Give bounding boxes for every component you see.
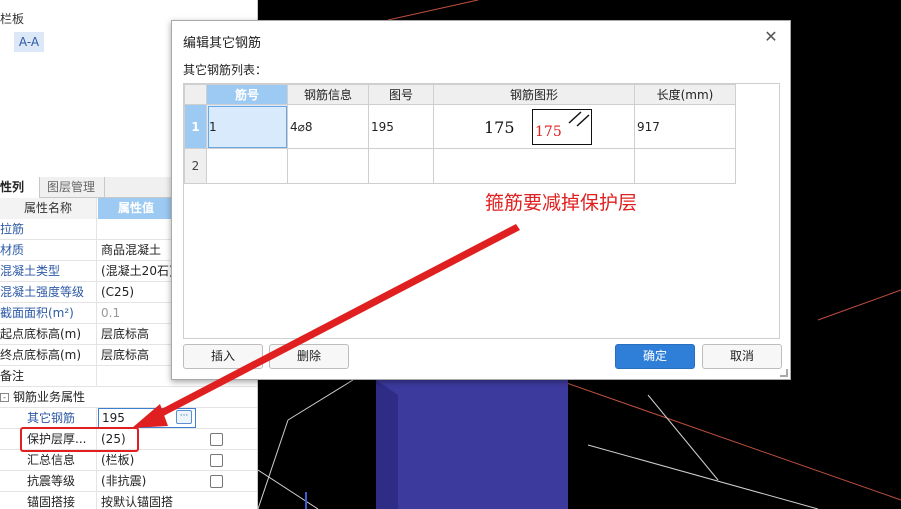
checkbox[interactable] [210,433,223,446]
shape-dimension-label: 175 [484,118,515,137]
property-name: 混凝土类型 [0,261,97,282]
close-icon[interactable]: ✕ [763,29,779,45]
property-name: 锚固搭接 [0,492,97,509]
property-name: 拉筋 [0,219,97,240]
insert-button[interactable]: 插入 [183,344,263,369]
property-name: 其它钢筋 [0,408,97,429]
cell-rebar-info[interactable]: 4⌀8 [287,104,369,149]
property-value[interactable]: (混凝土20石) [98,261,174,282]
rebar-grid: 筋号 钢筋信息 图号 钢筋图形 长度(mm) 1 1 4⌀8 195 175 1… [183,83,780,339]
property-value[interactable]: 层底标高 [98,324,174,345]
shape-dimension-label: 175 [535,124,562,140]
property-group-name: - 钢筋业务属性 [0,387,200,408]
property-value[interactable] [98,219,174,240]
table-row[interactable]: 锚固搭接 按默认锚固搭... [0,492,257,509]
header-property-value: 属性值 [98,198,174,219]
cell-rebar-shape[interactable] [433,148,635,184]
property-value: 0.1 [101,306,121,320]
property-name: 截面面积(m²) [0,303,97,324]
checkbox[interactable] [210,454,223,467]
property-name: 混凝土强度等级 [0,282,97,303]
stirrup-shape-figure: 175 [532,109,592,145]
cell-figure-no[interactable]: 195 [368,104,434,149]
cancel-button[interactable]: 取消 [702,344,782,369]
table-row[interactable]: 抗震等级 (非抗震) [0,471,257,492]
dialog-title: 编辑其它钢筋 [183,36,262,51]
resize-grip-icon[interactable] [780,369,788,377]
property-value[interactable]: 商品混凝土 [98,240,174,261]
annotation-text: 箍筋要减掉保护层 [485,192,638,214]
grid-corner [184,84,207,105]
tab-layer-management[interactable]: 图层管理 [41,177,105,198]
row-number[interactable]: 1 [184,104,207,149]
property-value[interactable]: (栏板) [98,450,174,471]
more-options-button[interactable]: ··· [176,410,192,424]
property-value[interactable] [98,366,174,387]
cell-bar-no[interactable] [206,148,288,184]
property-value[interactable]: (C25) [98,282,174,303]
property-name: 起点底标高(m) [0,324,97,345]
column-header-rebar-shape[interactable]: 钢筋图形 [433,84,635,105]
ok-button[interactable]: 确定 [615,344,695,369]
header-property-name: 属性名称 [0,198,97,219]
cell-rebar-info[interactable] [287,148,369,184]
tab-property-list[interactable]: 性列表 [0,177,40,214]
property-name: 备注 [0,366,97,387]
cell-length[interactable] [634,148,736,184]
property-value[interactable]: 按默认锚固搭... [98,492,174,509]
rebar-list-label: 其它钢筋列表： [183,63,268,77]
property-name: 终点底标高(m) [0,345,97,366]
cell-bar-no[interactable]: 1 [206,104,288,149]
table-row[interactable]: 其它钢筋 195 ··· [0,408,257,429]
delete-button[interactable]: 删除 [269,344,349,369]
table-row-group[interactable]: - 钢筋业务属性 [0,387,257,408]
edit-other-rebar-dialog: 编辑其它钢筋 ✕ 其它钢筋列表： 筋号 钢筋信息 图号 钢筋图形 长度(mm) … [171,20,791,380]
cell-figure-no[interactable] [368,148,434,184]
column-header-bar-no[interactable]: 筋号 [206,84,288,105]
property-value[interactable]: (非抗震) [98,471,174,492]
cell-length[interactable]: 917 [634,104,736,149]
tree-item-a-a[interactable]: A-A [14,32,44,52]
collapse-icon[interactable]: - [0,393,9,402]
property-group-label: 钢筋业务属性 [13,390,86,404]
column-header-length[interactable]: 长度(mm) [634,84,736,105]
property-name: 汇总信息 [0,450,97,471]
column-header-figure-no[interactable]: 图号 [368,84,434,105]
column-header-rebar-info[interactable]: 钢筋信息 [287,84,369,105]
table-row[interactable]: 2 [184,148,736,184]
highlight-box [20,427,139,452]
cell-rebar-shape[interactable]: 175 175 [433,104,635,149]
property-name: 抗震等级 [0,471,97,492]
table-row[interactable]: 1 1 4⌀8 195 175 175 917 [184,104,736,149]
property-name: 材质 [0,240,97,261]
property-value[interactable]: 层底标高 [98,345,174,366]
table-row[interactable]: 汇总信息 (栏板) [0,450,257,471]
tree-item-parapet[interactable]: 栏板 [0,10,24,27]
row-number[interactable]: 2 [184,148,207,184]
grid-header-row: 筋号 钢筋信息 图号 钢筋图形 长度(mm) [184,84,736,105]
checkbox[interactable] [210,475,223,488]
